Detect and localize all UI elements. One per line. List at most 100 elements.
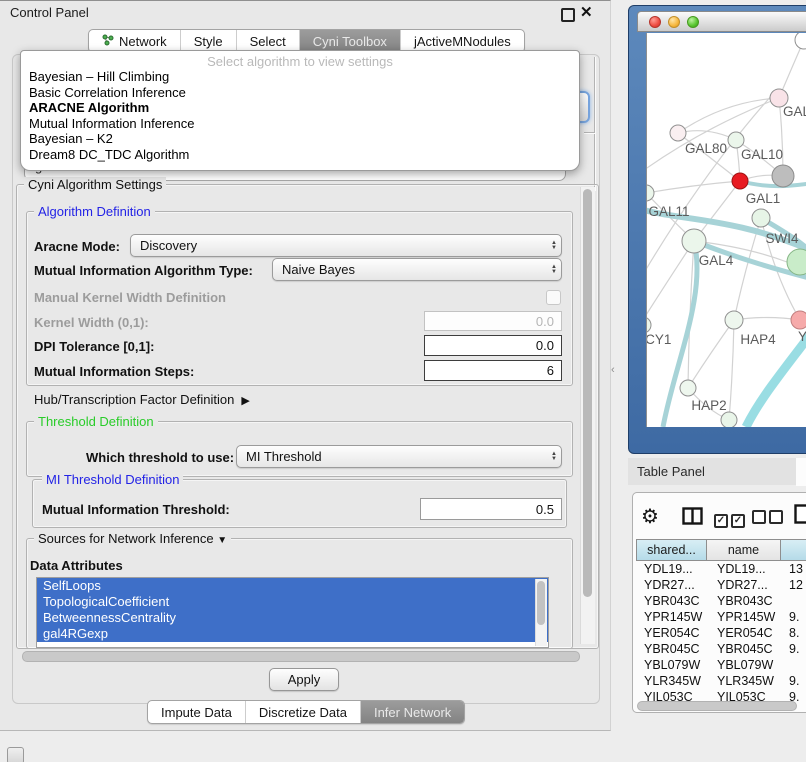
table-row[interactable]: YIL053CYIL053C9. — [636, 689, 806, 701]
attributes-vscrollbar[interactable] — [535, 579, 547, 646]
zoom-traffic-light-icon[interactable] — [687, 16, 699, 28]
network-node[interactable] — [721, 412, 737, 427]
table-row[interactable]: YBR043CYBR043C — [636, 593, 806, 609]
manual-kernel-checkbox[interactable] — [546, 290, 561, 305]
tab-style[interactable]: Style — [181, 30, 237, 52]
kernel-width-input[interactable]: 0.0 — [424, 311, 562, 331]
algorithm-option[interactable]: Bayesian – K2 — [21, 131, 579, 147]
tab-discretize-data[interactable]: Discretize Data — [246, 701, 361, 723]
network-node[interactable] — [680, 380, 696, 396]
attribute-item-selected[interactable]: TopologicalCoefficient — [37, 594, 548, 610]
network-node[interactable] — [725, 311, 743, 329]
table-row[interactable]: YDR27...YDR27...12 — [636, 577, 806, 593]
panel-grip-button[interactable] — [7, 747, 24, 762]
table-row[interactable]: YPR145WYPR145W9. — [636, 609, 806, 625]
column-header-cut[interactable] — [781, 539, 806, 561]
network-edge — [688, 320, 734, 388]
kernel-width-value: 0.0 — [536, 314, 554, 329]
settings-hscrollbar-thumb[interactable] — [22, 651, 580, 662]
table-panel-titlebar: Table Panel — [628, 458, 796, 485]
algorithm-option[interactable]: Basic Correlation Inference — [21, 85, 579, 101]
export-table-icon[interactable] — [794, 504, 806, 524]
select-all-columns-icon[interactable]: ✓✓ — [714, 510, 748, 528]
network-canvas[interactable]: GALGAL80GAL10GAL1GAL11SWI4GAL4GCY1HAP4YH… — [646, 33, 806, 427]
minimize-traffic-light-icon[interactable] — [668, 16, 680, 28]
network-window-titlebar[interactable] — [637, 11, 806, 32]
attribute-item-selected[interactable]: SelfLoops — [37, 578, 548, 594]
settings-vscrollbar-thumb[interactable] — [583, 189, 592, 597]
table-hscrollbar-thumb[interactable] — [637, 701, 797, 711]
close-traffic-light-icon[interactable] — [649, 16, 661, 28]
tab-select[interactable]: Select — [237, 30, 300, 52]
mi-type-combobox[interactable]: Naive Bayes ▲▼ — [272, 258, 562, 281]
settings-vscrollbar[interactable] — [580, 187, 595, 644]
algorithm-option[interactable]: Dream8 DC_TDC Algorithm — [21, 147, 579, 163]
sources-group-title[interactable]: Sources for Network Inference ▼ — [34, 531, 231, 546]
unchecked-box-icon — [752, 510, 766, 524]
column-header-name[interactable]: name — [707, 539, 781, 561]
which-threshold-value: MI Threshold — [246, 449, 322, 464]
table-row[interactable]: YLR345WYLR345W9. — [636, 673, 806, 689]
network-node[interactable] — [791, 311, 806, 329]
attribute-item-selected[interactable]: BetweennessCentrality — [37, 610, 548, 626]
network-node[interactable] — [728, 132, 744, 148]
tab-label: Select — [250, 34, 286, 49]
network-node[interactable] — [732, 173, 748, 189]
table-cell: YPR145W — [636, 609, 707, 625]
mi-threshold-input[interactable]: 0.5 — [420, 498, 562, 520]
network-node[interactable] — [752, 209, 770, 227]
attribute-item-selected[interactable]: gal4RGexp — [37, 626, 548, 642]
table-body[interactable]: YDL19...YDL19...13YDR27...YDR27...12YBR0… — [636, 561, 806, 701]
deselect-all-columns-icon[interactable] — [752, 510, 786, 529]
network-node[interactable] — [772, 165, 794, 187]
tab-infer-network[interactable]: Infer Network — [361, 701, 464, 723]
mi-type-value: Naive Bayes — [282, 262, 355, 277]
algorithm-option[interactable]: Bayesian – Hill Climbing — [21, 69, 579, 85]
table-cell: YDR27... — [636, 577, 707, 593]
table-cell: YER054C — [707, 625, 781, 641]
hub-factor-expander[interactable]: Hub/Transcription Factor Definition ▶ — [34, 392, 250, 407]
aracne-mode-combobox[interactable]: Discovery ▲▼ — [130, 234, 562, 257]
tab-label: Network — [119, 34, 167, 49]
network-node[interactable] — [646, 317, 651, 333]
apply-button[interactable]: Apply — [269, 668, 339, 691]
hidden-panel-edge — [594, 57, 595, 191]
dpi-tolerance-value: 0.0 — [536, 338, 554, 353]
network-node[interactable] — [682, 229, 706, 253]
tab-cyni-toolbox[interactable]: Cyni Toolbox — [300, 30, 401, 52]
network-node[interactable] — [646, 185, 654, 201]
spinner-arrows-icon: ▲▼ — [551, 452, 557, 462]
network-node[interactable] — [795, 33, 806, 49]
table-row[interactable]: YER054CYER054C8. — [636, 625, 806, 641]
table-settings-gear-icon[interactable]: ⚙ — [641, 504, 659, 529]
threshold-definition-title: Threshold Definition — [34, 414, 158, 429]
table-row[interactable]: YDL19...YDL19...13 — [636, 561, 806, 577]
sources-title-text: Sources for Network Inference — [38, 531, 214, 546]
tab-jactivemnodules[interactable]: jActiveMNodules — [401, 30, 524, 52]
algorithm-option[interactable]: Mutual Information Inference — [21, 116, 579, 132]
algorithm-option[interactable]: ARACNE Algorithm — [21, 100, 579, 116]
data-attributes-list[interactable]: SelfLoopsTopologicalCoefficientBetweenne… — [36, 577, 549, 648]
column-header-shared-name[interactable]: shared... — [636, 539, 707, 561]
network-edge — [729, 320, 734, 420]
attributes-vscrollbar-thumb[interactable] — [537, 581, 545, 625]
network-node[interactable] — [670, 125, 686, 141]
tab-impute-data[interactable]: Impute Data — [148, 701, 246, 723]
which-threshold-combobox[interactable]: MI Threshold ▲▼ — [236, 445, 562, 468]
table-row[interactable]: YBR045CYBR045C9. — [636, 641, 806, 657]
network-edge — [678, 131, 736, 140]
table-cell: 9. — [781, 641, 806, 657]
which-threshold-label: Which threshold to use: — [86, 450, 234, 465]
panel-divider-handle[interactable]: ‹ — [611, 364, 615, 376]
chevron-right-icon: ▶ — [241, 395, 249, 407]
hub-factor-label: Hub/Transcription Factor Definition — [34, 392, 234, 407]
tab-network[interactable]: Network — [89, 30, 181, 52]
dpi-tolerance-input[interactable]: 0.0 — [424, 335, 562, 356]
float-window-icon[interactable] — [561, 8, 575, 22]
mi-steps-input[interactable]: 6 — [424, 360, 562, 381]
split-columns-icon[interactable] — [682, 507, 703, 525]
table-row[interactable]: YBL079WYBL079W — [636, 657, 806, 673]
table-cell: YPR145W — [707, 609, 781, 625]
spinner-arrows-icon: ▲▼ — [551, 265, 557, 275]
close-icon[interactable]: ✕ — [580, 3, 593, 21]
